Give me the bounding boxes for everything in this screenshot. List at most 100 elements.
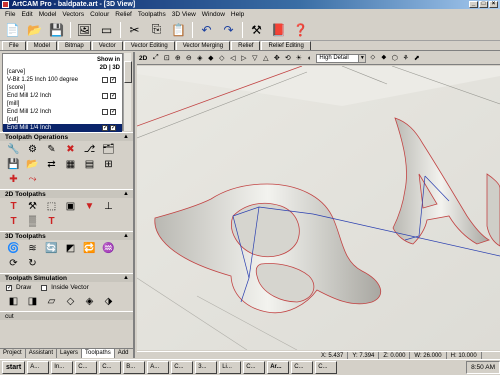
toolpath-icon[interactable]: ⚒ (248, 21, 265, 38)
toolpath-item[interactable]: End Mill 1/2 Inch ✓ (3, 92, 122, 100)
copy-icon[interactable]: ⎘ (148, 21, 165, 38)
view-top-icon[interactable]: ◇ (217, 54, 226, 63)
taskbar-item[interactable]: Li... (219, 361, 242, 374)
toolpath-display-icon[interactable]: ⚘ (401, 54, 410, 63)
rectangle-icon[interactable]: ▭ (98, 21, 115, 38)
transform-toolpath-icon[interactable]: ⇄ (44, 158, 59, 171)
taskbar-item[interactable]: C... (315, 361, 338, 374)
cut-icon[interactable]: ✂ (126, 21, 143, 38)
rest-machining-icon[interactable]: 🔄 (44, 242, 59, 255)
paste-icon[interactable]: 📋 (170, 21, 187, 38)
load-toolpath-icon[interactable]: 📂 (25, 158, 40, 171)
menu-toolpaths[interactable]: Toolpaths (135, 11, 169, 18)
add-point-icon[interactable]: ✚ (6, 173, 21, 186)
material-setup-icon[interactable]: ▤ (82, 158, 97, 171)
z-level-roughing-icon[interactable]: ≋ (25, 242, 40, 255)
book-icon[interactable]: 📕 (270, 21, 287, 38)
collapse-icon[interactable]: ▲ (123, 133, 129, 142)
open-folder-icon[interactable]: 📂 (26, 21, 43, 38)
simulate-all-icon[interactable]: ◨ (25, 295, 40, 308)
menu-colour[interactable]: Colour (87, 11, 112, 18)
delete-toolpath-icon[interactable]: ✖ (63, 143, 78, 156)
show-3d-checkbox[interactable]: ✓ (110, 77, 116, 83)
tab-project[interactable]: Project (0, 349, 26, 358)
menu-relief[interactable]: Relief (112, 11, 135, 18)
tool-database-icon[interactable]: 🗂 (101, 143, 116, 156)
help-icon[interactable]: ❓ (292, 21, 309, 38)
tab-vector-merging[interactable]: Vector Merging (175, 41, 231, 50)
scrollbar-thumb[interactable] (124, 61, 132, 83)
close-button[interactable]: × (489, 1, 498, 8)
chevron-down-icon[interactable]: ▼ (358, 54, 366, 62)
minimize-button[interactable]: _ (469, 1, 478, 8)
taskbar-item[interactable]: A... (27, 361, 50, 374)
tab-bitmap[interactable]: Bitmap (58, 41, 91, 50)
new-file-icon[interactable]: 📄 (4, 21, 21, 38)
rotate-icon[interactable]: ⟲ (283, 54, 292, 63)
relief-icon[interactable]: 🖼 (76, 21, 93, 38)
taskbar-item[interactable]: C... (243, 361, 266, 374)
taskbar-item[interactable]: B... (123, 361, 146, 374)
taskbar-item[interactable]: A... (147, 361, 170, 374)
wireframe-icon[interactable]: ⬡ (390, 54, 399, 63)
edit-vectors-icon[interactable]: ⬈ (412, 54, 421, 63)
draw-vectors-icon[interactable]: ⬥ (379, 54, 388, 63)
tab-toolpaths[interactable]: Toolpaths (82, 349, 115, 358)
taskbar-item[interactable]: In... (51, 361, 74, 374)
colour-simulation-icon[interactable]: ◈ (82, 295, 97, 308)
redo-icon[interactable]: ↷ (220, 21, 237, 38)
tab-vector-editing[interactable]: Vector Editing (123, 41, 175, 50)
show-2d-checkbox[interactable]: ✓ (102, 125, 108, 131)
batch-calculate-icon[interactable]: ⚙ (25, 143, 40, 156)
section-toolpath-simulation[interactable]: Toolpath Simulation ▲ (0, 273, 133, 282)
show-2d-checkbox[interactable] (102, 77, 108, 83)
detail-level-select[interactable]: High Detail ▼ (316, 53, 367, 63)
list-scrollbar[interactable] (123, 53, 132, 131)
3d-projection-icon[interactable]: ↻ (25, 257, 40, 270)
calculate-toolpath-icon[interactable]: 🔧 (6, 143, 21, 156)
profiling-icon[interactable]: ⬚ (44, 200, 59, 213)
menu-file[interactable]: File (2, 11, 18, 18)
menu-window[interactable]: Window (199, 11, 228, 18)
view-back-icon[interactable]: ▽ (250, 54, 259, 63)
save-icon[interactable]: 💾 (48, 21, 65, 38)
save-toolpath-icon[interactable]: 💾 (6, 158, 21, 171)
smart-engraving-icon[interactable]: ▒ (25, 215, 40, 228)
section-toolpath-operations[interactable]: Toolpath Operations ▲ (0, 132, 133, 141)
section-2d-toolpaths[interactable]: 2D Toolpaths ▲ (0, 189, 133, 198)
view-iso-icon[interactable]: ◈ (195, 54, 204, 63)
toolpath-item[interactable]: V-Bit 1.25 Inch 100 degree ✓ (3, 76, 122, 84)
collapse-icon[interactable]: ▲ (123, 232, 129, 241)
menu-edit[interactable]: Edit (18, 11, 35, 18)
draw-checkbox[interactable]: ✓ (6, 284, 12, 291)
toolpath-group-carve[interactable]: [carve] (3, 68, 122, 76)
merge-toolpath-icon[interactable]: ⎇ (82, 143, 97, 156)
edit-toolpath-icon[interactable]: ✎ (44, 143, 59, 156)
toolpath-group-score[interactable]: [score] (3, 84, 122, 92)
view-mode-2d[interactable]: 2D (139, 55, 147, 62)
view-bottom-icon[interactable]: △ (261, 54, 270, 63)
tab-relief-editing[interactable]: Relief Editing (261, 41, 311, 50)
zoom-box-icon[interactable]: ⊡ (162, 54, 171, 63)
bevel-carving-icon[interactable]: ⚒ (25, 200, 40, 213)
lighting-icon[interactable]: ☀ (294, 54, 303, 63)
reset-simulation-icon[interactable]: ◇ (63, 295, 78, 308)
toolpath-group-cut[interactable]: [cut] (3, 116, 122, 124)
tab-file[interactable]: File (2, 41, 26, 50)
undo-icon[interactable]: ↶ (198, 21, 215, 38)
show-3d-checkbox[interactable]: ✓ (110, 125, 116, 131)
taskbar-item[interactable]: C... (75, 361, 98, 374)
menu-3d-view[interactable]: 3D View (169, 11, 199, 18)
toolpath-item-selected[interactable]: End Mill 1/4 Inch ✓ ✓ (3, 124, 122, 132)
zoom-to-fit-icon[interactable]: ⤢ (151, 54, 160, 63)
save-simulation-icon[interactable]: ⬗ (101, 295, 116, 308)
taskbar-item-active[interactable]: Ar... (267, 361, 290, 374)
collapse-icon[interactable]: ▲ (123, 274, 129, 283)
collapse-icon[interactable]: ▲ (123, 190, 129, 199)
3d-engraving-icon[interactable]: ⟳ (6, 257, 21, 270)
tab-model[interactable]: Model (26, 41, 58, 50)
view-front-icon[interactable]: ◆ (206, 54, 215, 63)
tab-add-in[interactable]: Add In (115, 349, 133, 358)
machine-relief-icon[interactable]: 🌀 (6, 242, 21, 255)
zoom-out-icon[interactable]: ⊖ (184, 54, 193, 63)
